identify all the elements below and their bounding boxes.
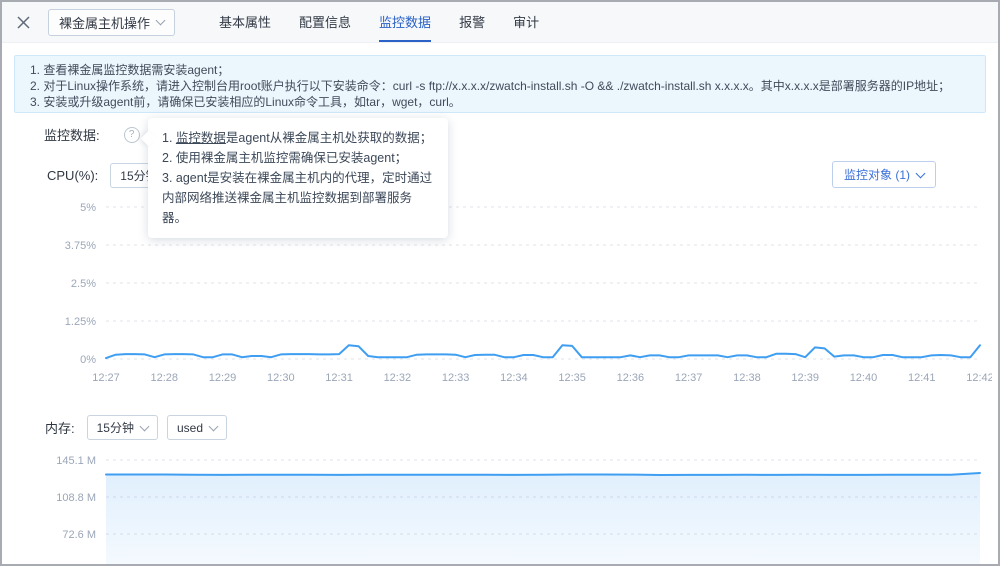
svg-text:12:32: 12:32 [384,372,412,384]
svg-text:12:36: 12:36 [617,372,645,384]
svg-text:12:31: 12:31 [325,372,353,384]
svg-text:12:38: 12:38 [733,372,761,384]
svg-text:12:34: 12:34 [500,372,528,384]
svg-text:12:41: 12:41 [908,372,936,384]
svg-text:12:42: 12:42 [966,372,992,384]
banner-line-3: 3. 安装或升级agent前，请确保已安装相应的Linux命令工具，如tar，w… [30,94,970,110]
svg-text:12:37: 12:37 [675,372,703,384]
cpu-label: CPU(%): [47,168,98,183]
svg-text:5%: 5% [80,202,96,214]
tab-monitor-data[interactable]: 监控数据 [379,2,431,42]
detail-header: 裸金属主机操作 基本属性 配置信息 监控数据 报警 审计 [2,2,998,43]
bare-metal-actions-dropdown[interactable]: 裸金属主机操作 [48,9,175,36]
svg-text:12:28: 12:28 [151,372,179,384]
svg-text:12:35: 12:35 [558,372,586,384]
svg-text:1.25%: 1.25% [65,316,96,328]
svg-text:72.6 M: 72.6 M [62,529,96,541]
svg-text:108.8 M: 108.8 M [56,492,96,504]
svg-text:12:27: 12:27 [92,372,120,384]
monitor-data-tooltip: 1. 监控数据是agent从裸金属主机处获取的数据； 2. 使用裸金属主机监控需… [148,118,448,238]
detail-tabs: 基本属性 配置信息 监控数据 报警 审计 [205,2,553,42]
memory-metric-select[interactable]: used [167,415,227,440]
tooltip-line-1: 1. 监控数据是agent从裸金属主机处获取的数据； [162,128,434,148]
close-icon[interactable] [8,2,38,42]
tab-config-info[interactable]: 配置信息 [299,2,351,42]
help-icon[interactable]: ? [124,127,140,143]
monitor-target-button[interactable]: 监控对象 (1) [832,161,936,188]
tooltip-line-3: 3. agent是安装在裸金属主机内的代理，定时通过内部网络推送裸金属主机监控数… [162,168,434,228]
memory-usage-chart[interactable]: 145.1 M 108.8 M 72.6 M [14,448,992,566]
svg-text:2.5%: 2.5% [71,278,96,290]
banner-line-2: 2. 对于Linux操作系统，请进入控制台用root账户执行以下安装命令：cur… [30,78,970,94]
memory-chart-controls: 内存: 15分钟 used [45,414,998,441]
tooltip-line-2: 2. 使用裸金属主机监控需确保已安装agent； [162,148,434,168]
chevron-down-icon [156,16,166,26]
memory-label: 内存: [45,418,75,437]
memory-period-select[interactable]: 15分钟 [87,415,158,440]
svg-text:3.75%: 3.75% [65,240,96,252]
action-button-label: 裸金属主机操作 [59,13,150,32]
svg-text:145.1 M: 145.1 M [56,455,96,467]
chevron-down-icon [140,421,150,431]
chevron-down-icon [209,421,219,431]
svg-text:12:29: 12:29 [209,372,237,384]
svg-text:12:30: 12:30 [267,372,295,384]
tab-basic-properties[interactable]: 基本属性 [219,2,271,42]
chevron-down-icon [916,168,926,178]
monitor-data-label: 监控数据: [44,125,100,144]
svg-text:0%: 0% [80,354,96,366]
svg-text:12:33: 12:33 [442,372,470,384]
svg-text:12:40: 12:40 [850,372,878,384]
banner-line-1: 1. 查看裸金属监控数据需安装agent； [30,62,970,78]
tab-alerts[interactable]: 报警 [459,2,485,42]
bare-metal-host-detail-panel: 裸金属主机操作 基本属性 配置信息 监控数据 报警 审计 1. 查看裸金属监控数… [0,0,1000,566]
agent-install-info-banner: 1. 查看裸金属监控数据需安装agent； 2. 对于Linux操作系统，请进入… [14,55,986,113]
svg-text:12:39: 12:39 [791,372,819,384]
tab-audit[interactable]: 审计 [513,2,539,42]
